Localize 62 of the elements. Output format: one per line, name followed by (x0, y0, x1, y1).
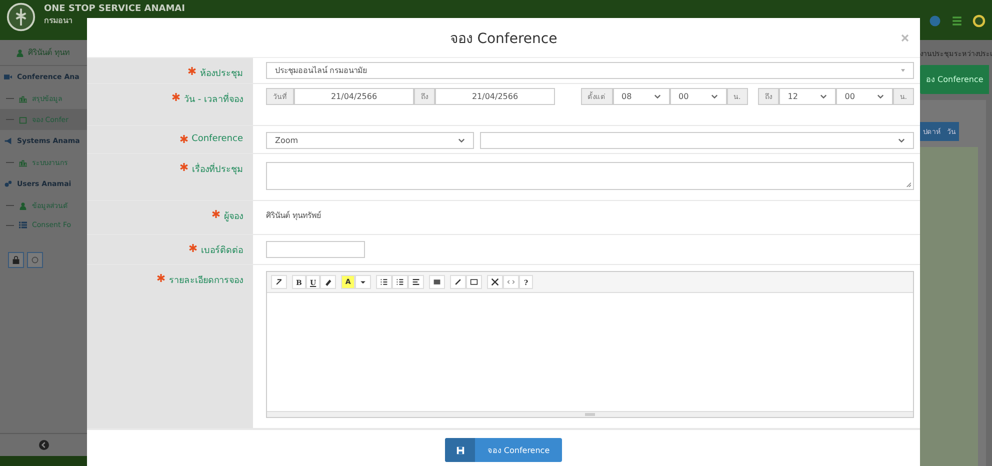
user-icon (16, 48, 24, 56)
lock-icon (12, 256, 20, 264)
brand-title: ONE STOP SERVICE ANAMAI (44, 4, 185, 14)
caret-icon (359, 278, 368, 286)
caret-icon (901, 69, 905, 72)
calendar-icon (19, 116, 27, 124)
code-icon (507, 278, 516, 286)
user-name: ศิรินันต์ ทุนท (28, 46, 70, 59)
room-select[interactable]: ประชุมออนไลน์ กรมอนามัย (266, 62, 914, 79)
menu-icon[interactable] (950, 14, 964, 28)
lock-button[interactable] (8, 252, 24, 268)
emblem-icon (6, 2, 36, 32)
link-button[interactable] (450, 275, 466, 289)
video-camera-icon (4, 73, 12, 81)
chevron-left-icon[interactable] (38, 440, 48, 450)
user-icon (19, 202, 27, 210)
chevron-down-icon (654, 94, 661, 99)
image-button[interactable] (466, 275, 482, 289)
megaphone-icon (4, 137, 12, 145)
chevron-down-icon (458, 138, 465, 143)
chart-icon (19, 158, 27, 166)
chevron-down-icon (820, 94, 827, 99)
chevron-down-icon (898, 138, 905, 143)
save-icon (456, 446, 465, 454)
minute-select[interactable]: 00 (670, 88, 727, 105)
field-label: วัน - เวลาที่จอง (184, 92, 243, 106)
list-icon (19, 221, 27, 229)
hour-select[interactable]: 12 (778, 88, 836, 105)
field-label: รายละเอียดการจอง (169, 274, 243, 287)
field-label: เบอร์ติดต่อ (201, 244, 243, 257)
date-field[interactable]: 21/04/2566 (435, 88, 555, 105)
book-conference-button[interactable]: อง Conference (920, 65, 990, 94)
conference-select[interactable]: Zoom (266, 132, 474, 149)
ul-button[interactable] (376, 275, 392, 289)
brand-subtitle: กรมอนา (44, 15, 73, 27)
field-label: เรื่องที่ประชุม (192, 162, 243, 176)
gears-icon (4, 180, 12, 188)
field-label: ผู้จอง (224, 210, 243, 223)
booker-name: ศิรินันต์ ทุนทรัพย์ (266, 210, 323, 222)
minute-select[interactable]: 00 (836, 88, 893, 105)
phone-field[interactable] (266, 241, 365, 258)
chart-icon (19, 94, 27, 102)
hour-select[interactable]: 08 (612, 88, 670, 105)
ol-button[interactable] (392, 275, 408, 289)
submit-button[interactable]: จอง Conference (445, 438, 562, 462)
table-button[interactable] (429, 275, 446, 289)
eraser-icon (324, 278, 332, 286)
chevron-down-icon (876, 94, 884, 99)
style-button[interactable] (271, 275, 287, 289)
chevron-down-icon (710, 94, 718, 99)
avatar-icon[interactable] (972, 14, 986, 28)
align-button[interactable] (408, 275, 424, 289)
resize-grip-icon (906, 182, 911, 187)
ul-icon (380, 278, 388, 286)
align-icon (412, 278, 420, 286)
field-label: ห้องประชุม (200, 68, 243, 80)
dialog-title: จอง Conference (450, 30, 558, 48)
caret-button[interactable] (355, 275, 372, 289)
field-label: Conference (192, 134, 243, 144)
date-field[interactable]: 21/04/2566 (294, 88, 414, 105)
eraser-button[interactable] (320, 275, 336, 289)
fullscreen-button[interactable] (487, 275, 504, 289)
